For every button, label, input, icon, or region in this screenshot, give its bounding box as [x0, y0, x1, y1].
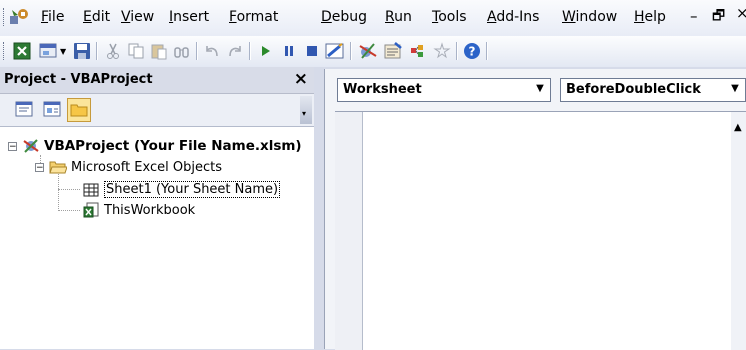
- menu-help[interactable]: Help: [634, 9, 666, 25]
- menu-add-ins[interactable]: Add-Ins: [487, 9, 539, 25]
- workbook-icon: [82, 202, 100, 218]
- menu-grip[interactable]: [3, 8, 7, 26]
- menu-debug[interactable]: Debug: [321, 9, 367, 25]
- view-code-icon[interactable]: [13, 98, 35, 120]
- tree-connector: [58, 210, 80, 211]
- break-icon[interactable]: [279, 41, 299, 61]
- help-icon[interactable]: ?: [462, 41, 482, 61]
- object-combo-value: Worksheet: [343, 82, 422, 97]
- vertical-scrollbar[interactable]: ▲: [731, 112, 746, 350]
- menu-file[interactable]: File: [41, 9, 64, 25]
- find-icon[interactable]: [172, 41, 192, 61]
- code-window-frame: Worksheet ▼ BeforeDoubleClick ▼ ▲: [324, 69, 746, 350]
- object-combo[interactable]: Worksheet ▼: [337, 78, 551, 102]
- tree-label-vbaproject: VBAProject (Your File Name.xlsm): [44, 138, 302, 154]
- redo-icon[interactable]: [225, 41, 245, 61]
- project-tree: − VBAProject (Your File Name.xlsm) − Mic…: [0, 127, 314, 349]
- menu-window[interactable]: Window: [562, 9, 617, 25]
- toggle-folders-icon[interactable]: [67, 98, 91, 122]
- restore-button[interactable]: 🗗: [712, 5, 725, 29]
- design-mode-icon[interactable]: [325, 41, 345, 61]
- tree-node-vbaproject[interactable]: − VBAProject (Your File Name.xlsm): [8, 138, 302, 154]
- toolbar-separator: [350, 42, 352, 60]
- menu-format[interactable]: Format: [229, 9, 278, 25]
- tree-node-sheet1[interactable]: Sheet1 (Your Sheet Name): [82, 181, 281, 198]
- toolbar-separator: [486, 42, 488, 60]
- minimize-button[interactable]: –: [690, 7, 698, 25]
- tree-connector: [58, 189, 80, 190]
- tree-label-thisworkbook: ThisWorkbook: [104, 202, 196, 218]
- toolbar-grip[interactable]: [3, 42, 7, 60]
- project-explorer-panel: Project - VBAProject × ▾ − VBAProject (Y…: [0, 67, 314, 349]
- procedure-combo-value: BeforeDoubleClick: [566, 82, 701, 97]
- copy-icon[interactable]: [126, 41, 146, 61]
- toolbar-separator: [456, 42, 458, 60]
- collapse-toggle-icon[interactable]: −: [8, 141, 17, 151]
- project-explorer-toolbar: ▾: [0, 94, 314, 127]
- svg-text:?: ?: [469, 45, 476, 59]
- cut-icon[interactable]: [103, 41, 123, 61]
- view-object-icon[interactable]: [41, 98, 63, 120]
- collapse-toggle-icon[interactable]: −: [35, 162, 44, 172]
- object-combo-dropdown-icon[interactable]: ▼: [532, 81, 548, 97]
- paste-icon[interactable]: [149, 41, 169, 61]
- run-icon[interactable]: [256, 41, 276, 61]
- open-folder-icon: [49, 159, 67, 175]
- project-explorer-title: Project - VBAProject: [4, 72, 153, 87]
- insert-module-icon[interactable]: [38, 41, 58, 61]
- object-browser-icon[interactable]: [408, 41, 428, 61]
- project-explorer-titlebar: Project - VBAProject ×: [0, 67, 314, 94]
- worksheet-icon: [82, 182, 100, 198]
- toolbar-separator: [96, 42, 98, 60]
- procedure-combo[interactable]: BeforeDoubleClick ▼: [560, 78, 746, 102]
- menu-run[interactable]: Run: [385, 9, 412, 25]
- project-explorer-close-button[interactable]: ×: [294, 69, 308, 89]
- save-icon[interactable]: [72, 41, 92, 61]
- tree-label-excel-objects: Microsoft Excel Objects: [71, 159, 222, 175]
- panel-toolbar-overflow[interactable]: ▾: [300, 96, 312, 124]
- code-editor[interactable]: ▲: [335, 111, 746, 350]
- undo-icon[interactable]: [202, 41, 222, 61]
- standard-toolbar: ▼ ?: [0, 36, 746, 67]
- vba-app-icon[interactable]: [8, 6, 30, 28]
- tree-label-sheet1: Sheet1 (Your Sheet Name): [104, 181, 281, 198]
- tree-node-thisworkbook[interactable]: ThisWorkbook: [82, 202, 195, 218]
- menu-edit[interactable]: Edit: [83, 9, 110, 25]
- toolbar-separator: [249, 42, 251, 60]
- view-excel-icon[interactable]: [12, 41, 32, 61]
- code-window: Worksheet ▼ BeforeDoubleClick ▼ ▲: [314, 67, 746, 350]
- menu-insert[interactable]: Insert: [169, 9, 209, 25]
- overflow-chevron-icon: ▾: [302, 109, 307, 118]
- properties-icon[interactable]: [383, 41, 403, 61]
- toolbox-icon[interactable]: [432, 41, 452, 61]
- reset-icon[interactable]: [302, 41, 322, 61]
- scroll-up-icon[interactable]: ▲: [734, 122, 742, 133]
- menu-tools[interactable]: Tools: [432, 9, 467, 25]
- margin-indicator-bar[interactable]: [335, 112, 363, 350]
- tree-node-excel-objects[interactable]: − Microsoft Excel Objects: [35, 159, 222, 175]
- vbaproject-icon: [22, 138, 40, 154]
- project-explorer-icon[interactable]: [358, 41, 378, 61]
- menu-view[interactable]: View: [121, 9, 154, 25]
- menu-bar: File Edit View Insert Format Debug Run T…: [0, 0, 746, 36]
- close-button[interactable]: ×: [736, 4, 746, 22]
- insert-module-dropdown-icon[interactable]: ▼: [60, 47, 66, 56]
- toolbar-separator: [196, 42, 198, 60]
- procedure-combo-dropdown-icon[interactable]: ▼: [727, 81, 743, 97]
